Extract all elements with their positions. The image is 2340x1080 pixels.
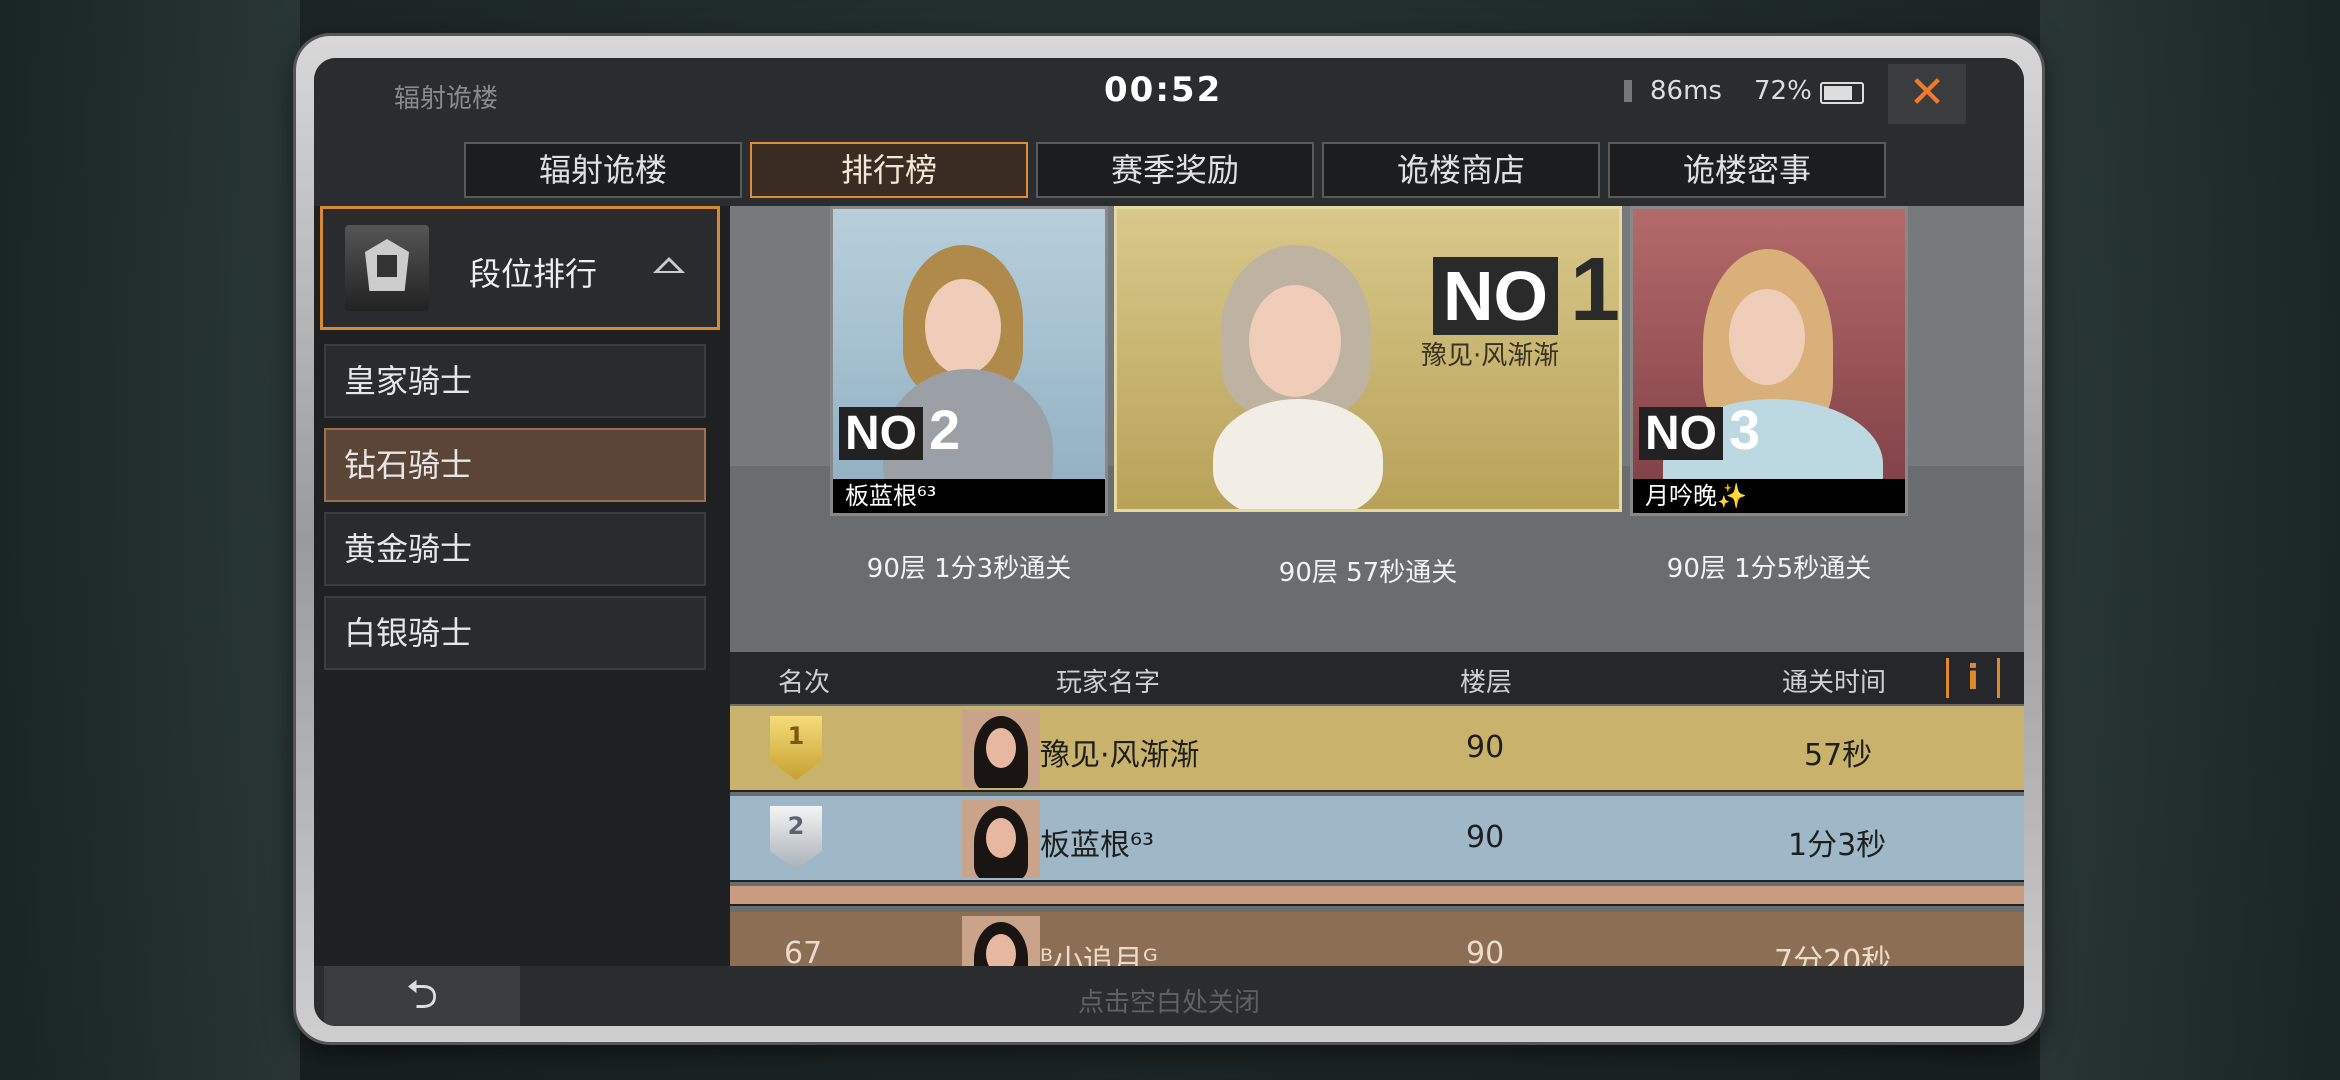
tab-radiation-building[interactable]: 辐射诡楼 xyxy=(464,142,742,198)
rank-2-caption: 90层 1分3秒通关 xyxy=(866,554,1072,584)
row-floor: 90 xyxy=(1466,730,1505,765)
avatar xyxy=(962,710,1040,788)
character-face xyxy=(1249,285,1341,397)
header-floor: 楼层 xyxy=(1460,668,1513,698)
sidebar: 段位排行 皇家骑士 钻石骑士 黄金骑士 白银骑士 xyxy=(314,206,730,966)
battery-percent: 72% xyxy=(1754,76,1812,106)
table-row[interactable]: 2 板蓝根⁶³ 90 1分3秒 xyxy=(730,796,2024,882)
leaderboard-content: NO 2 板蓝根⁶³ NO 1 豫见·风渐渐 NO 3 月吟晚✨ 90层 1分3秒通关… xyxy=(730,206,2024,1026)
tab-leaderboard[interactable]: 排行榜 xyxy=(750,142,1028,198)
info-icon[interactable]: i xyxy=(1946,658,2000,698)
close-button[interactable]: ✕ xyxy=(1888,64,1966,124)
rank-no-label: NO xyxy=(1639,407,1723,460)
row-rank: 2 xyxy=(787,812,805,840)
table-header: 名次 玩家名字 楼层 通关时间 i xyxy=(730,652,2024,704)
row-player-name: 板蓝根⁶³ xyxy=(1040,828,1155,863)
header-player: 玩家名字 xyxy=(1056,668,1161,698)
rank-2-name: 板蓝根⁶³ xyxy=(833,479,1105,513)
ping-value: 86ms xyxy=(1650,76,1722,106)
bottom-bar: 点击空白处关闭 ⮌ xyxy=(314,966,2024,1026)
table-row[interactable]: 1 豫见·风渐渐 90 57秒 xyxy=(730,706,2024,792)
rank-1-name: 豫见·风渐渐 xyxy=(1421,341,1560,371)
character-face xyxy=(925,279,1001,375)
close-hint: 点击空白处关闭 xyxy=(1077,988,1260,1018)
signal-icon xyxy=(1624,80,1632,102)
back-button[interactable]: ⮌ xyxy=(324,966,520,1026)
category-label: 段位排行 xyxy=(469,255,598,293)
rank-1-caption: 90层 57秒通关 xyxy=(1278,558,1458,588)
chevron-up-icon xyxy=(653,257,685,273)
tab-season-rewards[interactable]: 赛季奖励 xyxy=(1036,142,1314,198)
rank-number: 3 xyxy=(1729,398,1761,461)
header-rank: 名次 xyxy=(778,668,831,698)
battery-icon xyxy=(1820,82,1864,104)
rank-3-caption: 90层 1分5秒通关 xyxy=(1666,554,1872,584)
rank-1-badge: NO 1 xyxy=(1433,239,1621,342)
sidebar-item-gold-knight[interactable]: 黄金骑士 xyxy=(324,512,706,586)
podium-card-rank-3[interactable]: NO 3 月吟晚✨ xyxy=(1630,206,1908,516)
row-time: 1分3秒 xyxy=(1788,828,1887,863)
row-time: 57秒 xyxy=(1804,738,1873,773)
header-time: 通关时间 xyxy=(1782,668,1887,698)
rank-number: 1 xyxy=(1570,240,1621,340)
window-title: 辐射诡楼 xyxy=(394,84,499,114)
tab-secrets[interactable]: 诡楼密事 xyxy=(1608,142,1886,198)
table-row-partial[interactable] xyxy=(730,886,2024,906)
rank-2-badge: NO 2 xyxy=(839,397,960,462)
rank-emblem-icon xyxy=(345,225,429,311)
category-dropdown[interactable]: 段位排行 xyxy=(320,206,720,330)
podium-card-rank-2[interactable]: NO 2 板蓝根⁶³ xyxy=(830,206,1108,516)
rank-no-label: NO xyxy=(839,407,923,460)
leaderboard-panel: 辐射诡楼 00:52 86ms 72% ✕ 辐射诡楼 排行榜 赛季奖励 诡楼商店… xyxy=(314,58,2024,1026)
row-floor: 90 xyxy=(1466,820,1505,855)
sidebar-item-royal-knight[interactable]: 皇家骑士 xyxy=(324,344,706,418)
podium-card-rank-1[interactable]: NO 1 豫见·风渐渐 xyxy=(1114,206,1622,512)
rank-no-label: NO xyxy=(1433,257,1558,335)
background-right xyxy=(2040,0,2340,1080)
row-rank: 1 xyxy=(787,722,805,750)
timer: 00:52 xyxy=(1104,70,1223,110)
avatar xyxy=(962,800,1040,878)
status-bar: 辐射诡楼 00:52 86ms 72% ✕ xyxy=(314,58,2024,130)
rank-number: 2 xyxy=(929,398,961,461)
rank-3-name: 月吟晚✨ xyxy=(1633,479,1905,513)
character-face xyxy=(1729,289,1805,385)
sidebar-item-diamond-knight[interactable]: 钻石骑士 xyxy=(324,428,706,502)
rank-3-badge: NO 3 xyxy=(1639,397,1760,462)
tab-shop[interactable]: 诡楼商店 xyxy=(1322,142,1600,198)
sidebar-item-silver-knight[interactable]: 白银骑士 xyxy=(324,596,706,670)
row-player-name: 豫见·风渐渐 xyxy=(1040,738,1200,773)
character-body xyxy=(1213,399,1383,509)
background-left xyxy=(0,0,300,1080)
